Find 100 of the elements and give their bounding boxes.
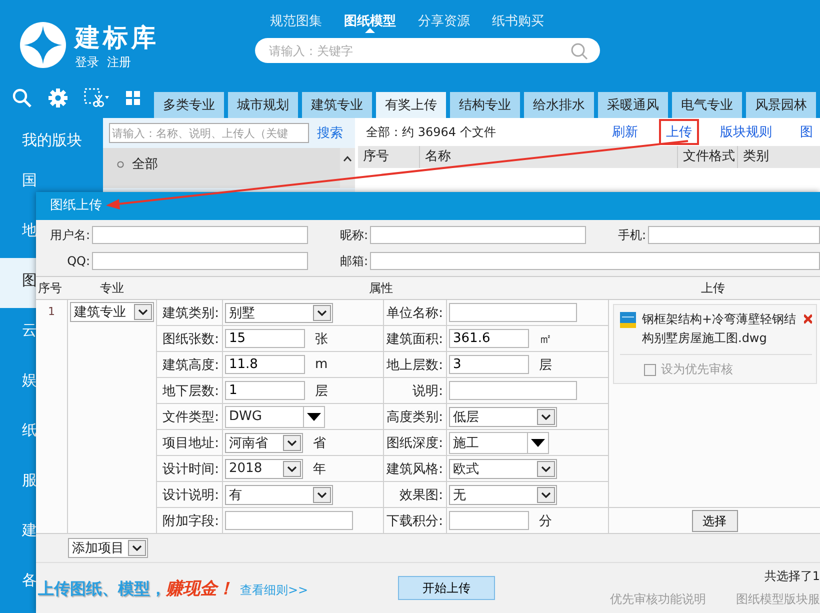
nav-tab[interactable]: 图纸模型 <box>344 12 396 33</box>
text-field[interactable] <box>225 511 353 530</box>
search-link[interactable]: 搜索 <box>317 124 343 142</box>
chevron-icon[interactable] <box>128 540 146 556</box>
dropdown[interactable]: 低层 <box>449 406 557 426</box>
text-field[interactable] <box>92 252 308 270</box>
column-header[interactable]: 文件格式 <box>678 146 738 168</box>
text-field[interactable]: 361.6 <box>449 329 529 348</box>
filter-search-field[interactable]: 请输入：名称、说明、上传人（关键 <box>109 123 309 143</box>
dropdown[interactable]: 添加项目 <box>68 538 148 558</box>
site-logo[interactable]: 建标库 <box>75 22 159 54</box>
start-upload-button[interactable]: 开始上传 <box>398 576 495 600</box>
search-icon[interactable] <box>570 42 588 60</box>
field-label: 图纸张数: <box>162 330 219 348</box>
field-label: 效果图: <box>400 486 443 504</box>
column-header[interactable]: 序号 <box>358 146 420 168</box>
text-field[interactable]: 1 <box>225 381 305 400</box>
text-field[interactable] <box>370 226 586 244</box>
scrollbar[interactable] <box>340 148 355 188</box>
category-tab[interactable]: 城市规划 <box>228 92 298 118</box>
chevron-icon[interactable] <box>283 434 301 450</box>
unit-label: m <box>315 357 328 372</box>
promo-highlight: 赚现金！ <box>166 578 234 600</box>
scissors-icon[interactable] <box>84 88 110 108</box>
action-link[interactable]: 刷新 <box>605 119 645 145</box>
text-field[interactable] <box>449 303 577 322</box>
text-field[interactable] <box>449 511 529 530</box>
dropdown[interactable]: DWG <box>225 406 325 428</box>
caret-icon[interactable] <box>343 156 352 162</box>
category-tab[interactable]: 采暖通风 <box>598 92 668 118</box>
category-tab[interactable]: 多类专业 <box>154 92 224 118</box>
category-tab[interactable]: 有奖上传 <box>376 92 446 118</box>
chevron-icon[interactable] <box>537 408 555 424</box>
radio-icon[interactable] <box>117 160 124 168</box>
logo-icon <box>20 22 66 68</box>
column-header[interactable]: 类别 <box>738 146 820 168</box>
action-link[interactable]: 图 <box>793 119 820 145</box>
field-label: 建筑高度: <box>162 356 219 374</box>
unit-label: 层 <box>315 382 328 400</box>
unit-label: 层 <box>539 356 552 374</box>
chevron-icon[interactable] <box>313 304 331 320</box>
unit-label: ㎡ <box>539 330 552 348</box>
chevron-icon[interactable] <box>283 460 301 476</box>
dropdown[interactable]: 有 <box>225 484 333 504</box>
field-label: 单位名称: <box>386 304 443 322</box>
choose-button[interactable]: 选择 <box>692 510 738 532</box>
field-label: 项目地址: <box>162 434 219 452</box>
dropdown[interactable]: 河南省 <box>225 432 303 452</box>
row-number: 1 <box>48 305 55 318</box>
text-field[interactable] <box>92 226 308 244</box>
cross-icon[interactable] <box>804 314 812 324</box>
column-header[interactable]: 名称 <box>420 146 678 168</box>
file-name: 钢框架结构+冷弯薄壁轻钢结构别墅房屋施工图.dwg <box>642 311 798 347</box>
field-label: 建筑类别: <box>162 304 219 322</box>
category-tab[interactable]: 风景园林 <box>746 92 816 118</box>
category-tab[interactable]: 结构专业 <box>450 92 520 118</box>
dropdown[interactable]: 施工 <box>449 432 549 454</box>
dropdown[interactable]: 无 <box>449 484 557 504</box>
field-label: 昵称: <box>338 226 368 244</box>
chevron-icon[interactable] <box>313 486 331 502</box>
text-field[interactable] <box>370 252 820 270</box>
text-field[interactable] <box>449 381 577 400</box>
triangle-icon[interactable] <box>303 406 324 426</box>
field-label: 文件类型: <box>162 408 219 426</box>
field-label: 设计说明: <box>162 486 219 504</box>
file-icon <box>620 312 636 328</box>
field-label: 附加字段: <box>162 512 219 530</box>
field-label: 地下层数: <box>162 382 219 400</box>
grid-icon[interactable] <box>126 91 140 105</box>
chevron-icon[interactable] <box>134 304 152 320</box>
sidebar-item[interactable]: 我的版块 <box>0 118 103 158</box>
settings-icon[interactable] <box>48 88 68 108</box>
chevron-icon[interactable] <box>537 460 555 476</box>
category-tab[interactable]: 电气专业 <box>672 92 742 118</box>
dropdown[interactable]: 建筑专业 <box>70 302 154 322</box>
category-tab[interactable]: 建筑专业 <box>302 92 372 118</box>
chevron-icon[interactable] <box>537 486 555 502</box>
dialog-title: 图纸上传 <box>36 192 820 220</box>
dropdown[interactable]: 别墅 <box>225 302 333 322</box>
dropdown[interactable]: 2018 <box>225 458 303 478</box>
field-label: 设计时间: <box>162 460 219 478</box>
field-label: 下载积分: <box>386 512 443 530</box>
category-tab[interactable]: 给水排水 <box>524 92 594 118</box>
field-label: 手机: <box>616 226 646 244</box>
file-count-text: 全部：约 36964 个文件 <box>366 124 496 140</box>
search-field[interactable]: 请输入：关键字 <box>255 38 600 63</box>
text-field[interactable]: 3 <box>449 355 529 374</box>
text-field[interactable]: 15 <box>225 329 305 348</box>
text-field[interactable] <box>648 226 820 244</box>
triangle-icon[interactable] <box>527 432 548 452</box>
search-icon[interactable] <box>12 88 32 108</box>
auth-link[interactable]: 登录 <box>75 54 99 71</box>
auth-link[interactable]: 注册 <box>107 54 131 71</box>
action-link[interactable]: 版块规则 <box>713 119 779 145</box>
checkbox[interactable] <box>644 364 656 376</box>
column-header: 上传 <box>700 280 726 296</box>
field-label: 高度类别: <box>386 408 443 426</box>
text-field[interactable]: 11.8 <box>225 355 305 374</box>
unit-label: 分 <box>539 512 552 530</box>
dropdown[interactable]: 欧式 <box>449 458 557 478</box>
